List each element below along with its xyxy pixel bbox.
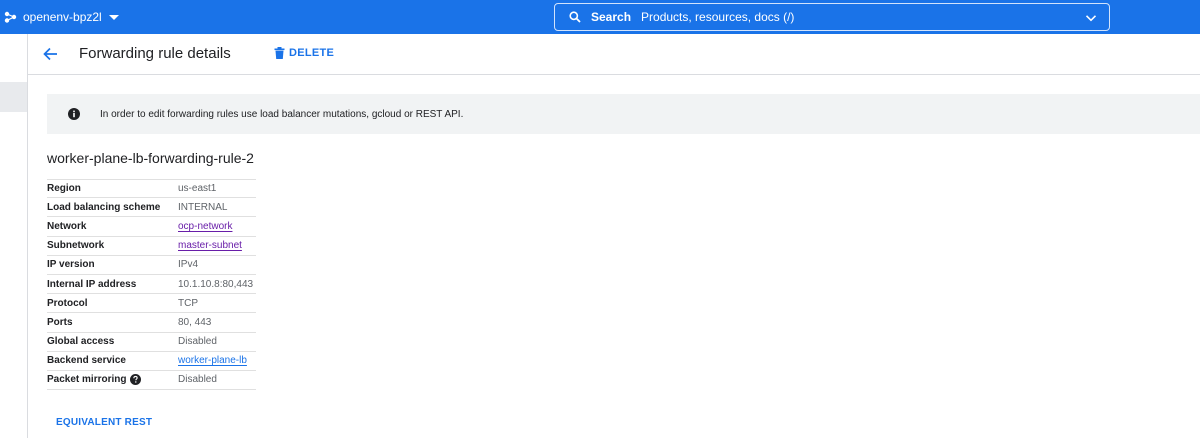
- help-icon[interactable]: [130, 374, 142, 386]
- detail-row-ip-version: IP version IPv4: [47, 256, 256, 275]
- page-header: Forwarding rule details DELETE: [28, 34, 1200, 75]
- project-icon: [4, 11, 17, 23]
- delete-label: DELETE: [289, 47, 335, 59]
- subnetwork-link[interactable]: master-subnet: [178, 240, 242, 251]
- detail-key: IP version: [47, 259, 95, 271]
- detail-key: Region: [47, 183, 81, 195]
- detail-value: IPv4: [178, 259, 199, 271]
- back-arrow-icon[interactable]: [42, 46, 58, 62]
- detail-value: TCP: [178, 297, 198, 309]
- detail-row-protocol: Protocol TCP: [47, 294, 256, 314]
- detail-value: Disabled: [178, 374, 217, 386]
- info-banner: In order to edit forwarding rules use lo…: [47, 94, 1200, 134]
- network-link[interactable]: ocp-network: [178, 221, 232, 232]
- detail-key: Internal IP address: [47, 278, 137, 290]
- detail-key: Ports: [47, 316, 73, 328]
- nav-item-selected[interactable]: [0, 82, 27, 112]
- detail-key: Packet mirroring: [47, 374, 127, 386]
- search-placeholder: Products, resources, docs (/): [641, 10, 795, 24]
- detail-value: us-east1: [178, 183, 217, 195]
- equivalent-rest-button[interactable]: EQUIVALENT REST: [56, 417, 152, 428]
- detail-value: INTERNAL: [178, 201, 228, 213]
- trash-icon: [274, 47, 285, 59]
- detail-value: Disabled: [178, 336, 217, 348]
- detail-key-with-help: Packet mirroring: [47, 374, 178, 386]
- page-title: Forwarding rule details: [79, 45, 231, 62]
- detail-key: Protocol: [47, 297, 88, 309]
- detail-key: Global access: [47, 336, 115, 348]
- search-icon: [569, 11, 581, 23]
- detail-row-global-access: Global access Disabled: [47, 333, 256, 352]
- project-name: openenv-bpz2l: [23, 10, 102, 24]
- detail-row-backend-service: Backend service worker-plane-lb: [47, 352, 256, 371]
- detail-row-region: Region us-east1: [47, 179, 256, 199]
- forwarding-rule-name: worker-plane-lb-forwarding-rule-2: [47, 150, 254, 166]
- backend-service-link[interactable]: worker-plane-lb: [178, 355, 247, 366]
- left-nav-rail: [0, 34, 28, 438]
- chevron-down-icon[interactable]: [1085, 12, 1097, 24]
- detail-key: Load balancing scheme: [47, 201, 161, 213]
- details-table: Region us-east1 Load balancing scheme IN…: [47, 179, 256, 391]
- detail-value: 80, 443: [178, 316, 212, 328]
- top-bar: openenv-bpz2l Search Products, resources…: [0, 0, 1200, 34]
- detail-row-ports: Ports 80, 443: [47, 313, 256, 333]
- detail-row-load-balancing-scheme: Load balancing scheme INTERNAL: [47, 198, 256, 218]
- detail-row-subnetwork: Subnetwork master-subnet: [47, 237, 256, 256]
- search-input[interactable]: Search Products, resources, docs (/): [554, 3, 1110, 31]
- detail-value: 10.1.10.8:80,443: [178, 278, 254, 290]
- banner-text: In order to edit forwarding rules use lo…: [100, 108, 464, 120]
- info-icon: [68, 108, 80, 120]
- detail-row-network: Network ocp-network: [47, 217, 256, 237]
- search-label: Search: [591, 10, 632, 24]
- chevron-down-icon: [108, 14, 119, 20]
- detail-key: Network: [47, 220, 87, 232]
- detail-key: Subnetwork: [47, 240, 105, 252]
- detail-row-internal-ip: Internal IP address 10.1.10.8:80,443: [47, 275, 256, 295]
- detail-key: Backend service: [47, 355, 126, 367]
- detail-row-packet-mirroring: Packet mirroring Disabled: [47, 371, 256, 391]
- project-selector[interactable]: openenv-bpz2l: [4, 7, 119, 27]
- delete-button[interactable]: DELETE: [274, 47, 334, 59]
